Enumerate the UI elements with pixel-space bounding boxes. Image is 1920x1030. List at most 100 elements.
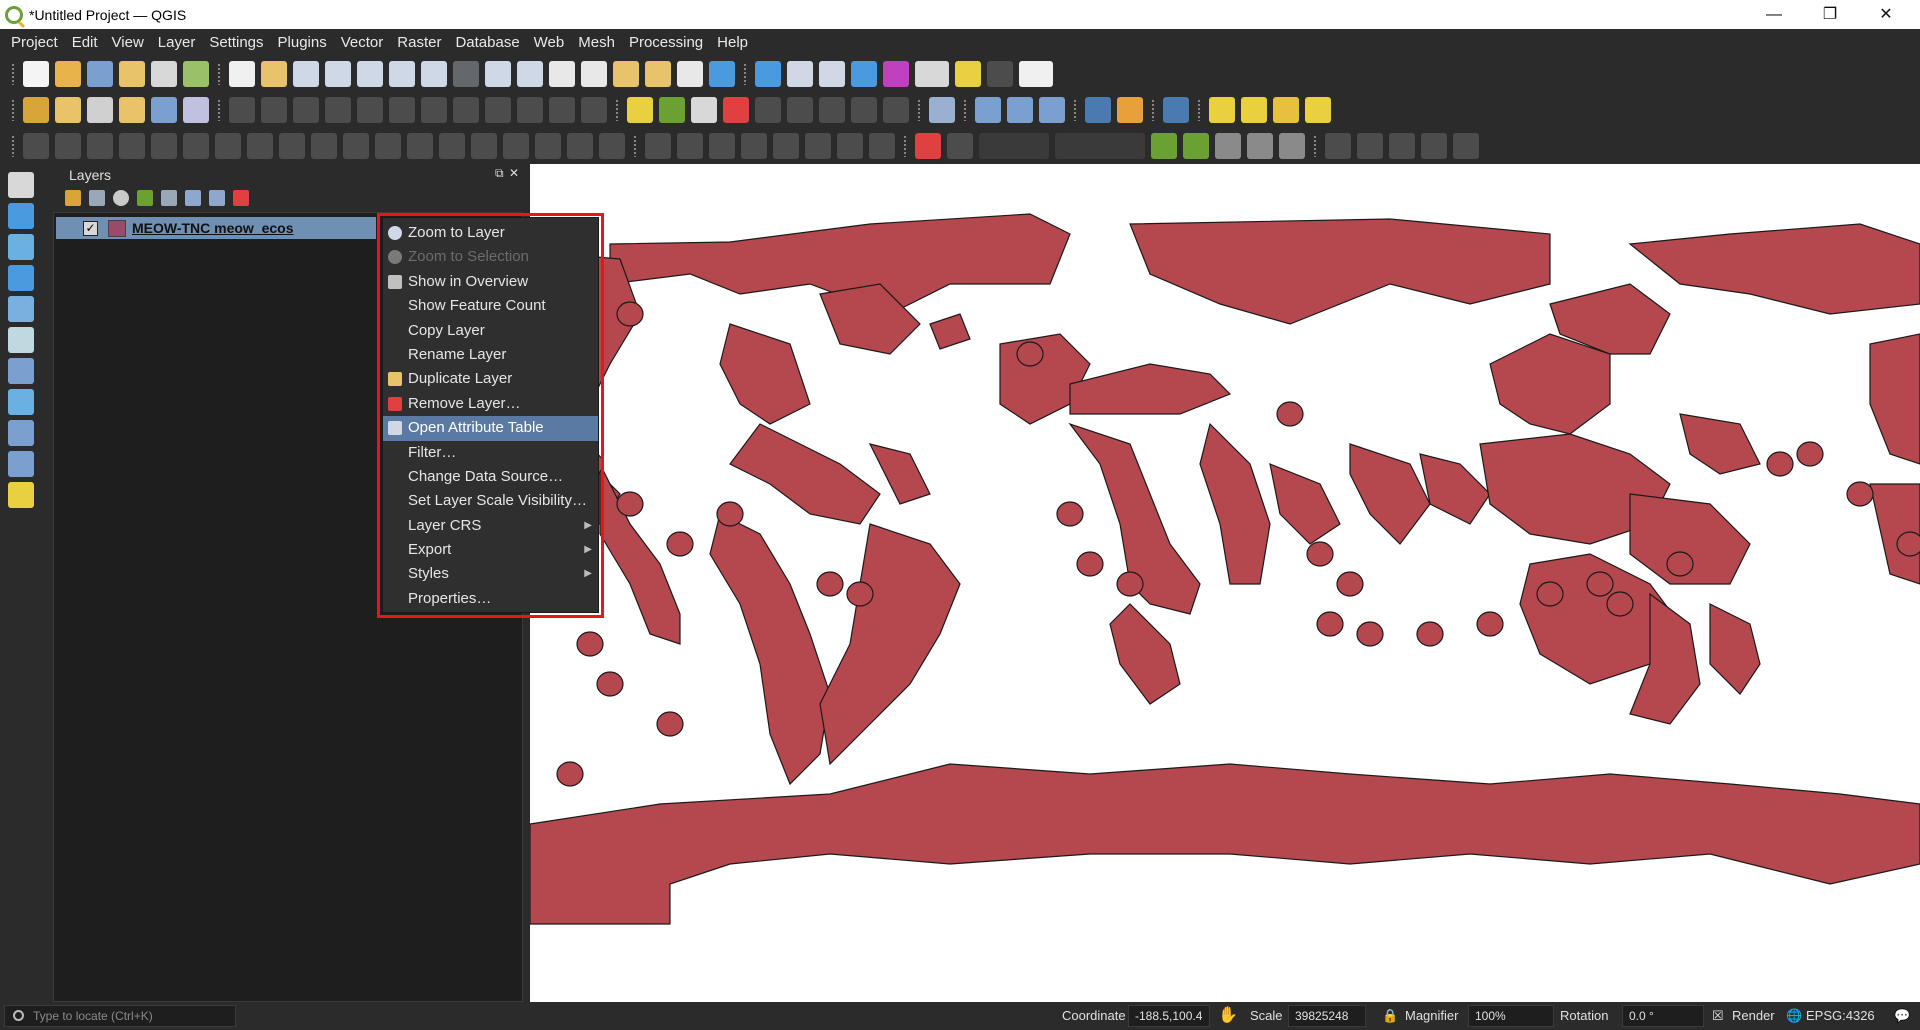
add-vector-layer-icon[interactable] — [55, 97, 81, 123]
db-manager-icon[interactable] — [929, 97, 955, 123]
menu-processing[interactable]: Processing — [622, 29, 710, 56]
zoom-native-icon[interactable] — [453, 61, 479, 87]
add-raster-icon[interactable] — [8, 234, 34, 260]
statistics-icon[interactable] — [883, 61, 909, 87]
mesh-delete-icon[interactable] — [837, 133, 863, 159]
zoom-in-icon[interactable] — [293, 61, 319, 87]
restore-button[interactable]: ❐ — [1802, 0, 1858, 29]
menu-view[interactable]: View — [105, 29, 151, 56]
coordinate-field[interactable]: -188.5,100.4 — [1128, 1005, 1210, 1027]
delete-part-icon[interactable] — [311, 133, 337, 159]
map-canvas[interactable] — [530, 164, 1920, 1002]
menu-database[interactable]: Database — [448, 29, 526, 56]
context-menu-item-rename-layer[interactable]: Rename Layer — [383, 343, 598, 367]
context-menu-item-export[interactable]: Export ▶ — [383, 538, 598, 562]
pan-icon[interactable] — [229, 61, 255, 87]
context-menu-item-properties[interactable]: Properties… — [383, 587, 598, 611]
minimize-button[interactable]: — — [1746, 0, 1802, 29]
snapping-type-icon[interactable] — [947, 133, 973, 159]
snapping-units-field[interactable] — [1055, 133, 1145, 159]
toolbar-grip[interactable] — [743, 63, 747, 85]
add-postgis-icon[interactable] — [8, 265, 34, 291]
fill-ring-icon[interactable] — [247, 133, 273, 159]
data-source-manager-icon[interactable] — [23, 97, 49, 123]
mesh-transform-icon[interactable] — [709, 133, 735, 159]
label-change-icon[interactable] — [819, 97, 845, 123]
offset-curve-icon[interactable] — [375, 133, 401, 159]
toolbar-grip[interactable] — [633, 135, 637, 157]
rotate-symbol-icon[interactable] — [599, 133, 625, 159]
zoom-last-icon[interactable] — [485, 61, 511, 87]
toolbar-grip[interactable] — [11, 99, 15, 121]
label-highlight-icon[interactable] — [723, 97, 749, 123]
close-button[interactable]: ✕ — [1858, 0, 1914, 29]
add-group-icon[interactable] — [89, 190, 105, 206]
toolbar-grip[interactable] — [11, 135, 15, 157]
style-dock-icon[interactable] — [65, 190, 81, 206]
context-menu-item-filter[interactable]: Filter… — [383, 441, 598, 465]
toolbar-grip[interactable] — [1151, 99, 1155, 121]
magnifier-field[interactable]: 100% — [1468, 1005, 1554, 1027]
menu-help[interactable]: Help — [710, 29, 755, 56]
add-mssql-icon[interactable] — [8, 327, 34, 353]
measure-icon[interactable] — [915, 61, 949, 87]
paste-features-icon[interactable] — [517, 97, 543, 123]
trim-extend-icon[interactable] — [439, 133, 465, 159]
menu-vector[interactable]: Vector — [334, 29, 391, 56]
add-wms-layer-icon[interactable] — [8, 203, 34, 229]
plugins-manager-icon[interactable] — [1117, 97, 1143, 123]
identify-icon[interactable] — [755, 61, 781, 87]
pan-to-selection-icon[interactable] — [261, 61, 287, 87]
add-point-cloud-icon[interactable] — [8, 482, 34, 508]
zoom-out-icon[interactable] — [325, 61, 351, 87]
context-menu-item-zoom-to-layer[interactable]: Zoom to Layer — [383, 221, 598, 245]
expand-all-icon[interactable] — [185, 190, 201, 206]
new-temp-layer-icon[interactable] — [151, 97, 177, 123]
menu-project[interactable]: Project — [4, 29, 65, 56]
messages-icon[interactable]: 💬 — [1894, 1008, 1910, 1024]
mesh-edit-icon[interactable] — [805, 133, 831, 159]
polygon-icon[interactable] — [1453, 133, 1479, 159]
show-bookmarks-icon[interactable] — [645, 61, 671, 87]
split-parts-icon[interactable] — [503, 133, 529, 159]
reshape-icon[interactable] — [343, 133, 369, 159]
toolbar-grip[interactable] — [11, 63, 15, 85]
ellipse-icon[interactable] — [1389, 133, 1415, 159]
zoom-layer-icon[interactable] — [421, 61, 447, 87]
add-wfs-icon[interactable] — [8, 451, 34, 477]
add-virtual-layer-icon[interactable] — [183, 97, 209, 123]
layer-visibility-checkbox[interactable]: ✓ — [83, 220, 98, 236]
menu-raster[interactable]: Raster — [390, 29, 448, 56]
locator-search-input[interactable]: Type to locate (Ctrl+K) — [4, 1005, 236, 1027]
circle-icon[interactable] — [1357, 133, 1383, 159]
layer-row-meow-ecos[interactable]: ✓ MEOW-TNC meow_ecos — [56, 217, 376, 239]
mesh-reindex-icon[interactable] — [773, 133, 799, 159]
style-manager-icon[interactable] — [183, 61, 209, 87]
select-by-value-icon[interactable] — [1241, 97, 1267, 123]
filter-legend-icon[interactable] — [137, 190, 153, 206]
label-pin-icon[interactable] — [691, 97, 717, 123]
rotation-field[interactable]: 0.0 ° — [1622, 1005, 1704, 1027]
add-vector-tile-icon[interactable] — [8, 358, 34, 384]
rotate-feature-icon[interactable] — [119, 133, 145, 159]
open-project-icon[interactable] — [55, 61, 81, 87]
tracing-icon[interactable] — [1279, 133, 1305, 159]
new-shapefile-icon[interactable] — [119, 97, 145, 123]
help-icon[interactable] — [1163, 97, 1189, 123]
select-features-icon[interactable] — [1209, 97, 1235, 123]
copy-features-icon[interactable] — [485, 97, 511, 123]
attribute-table-icon[interactable] — [787, 61, 813, 87]
label-diagram-icon[interactable] — [883, 97, 909, 123]
cut-features-icon[interactable] — [453, 97, 479, 123]
wcs-icon[interactable] — [1039, 97, 1065, 123]
wms-icon[interactable] — [975, 97, 1001, 123]
crs-globe-icon[interactable]: 🌐 — [1786, 1008, 1802, 1024]
mesh-select-icon[interactable] — [677, 133, 703, 159]
toolbar-grip[interactable] — [1197, 99, 1201, 121]
context-menu-item-styles[interactable]: Styles ▶ — [383, 562, 598, 586]
add-part-icon[interactable] — [215, 133, 241, 159]
context-menu-item-open-attribute-table[interactable]: Open Attribute Table — [383, 416, 598, 441]
label-toolbar-icon[interactable] — [627, 97, 653, 123]
move-feature-icon[interactable] — [87, 133, 113, 159]
mesh-digitize-icon[interactable] — [645, 133, 671, 159]
